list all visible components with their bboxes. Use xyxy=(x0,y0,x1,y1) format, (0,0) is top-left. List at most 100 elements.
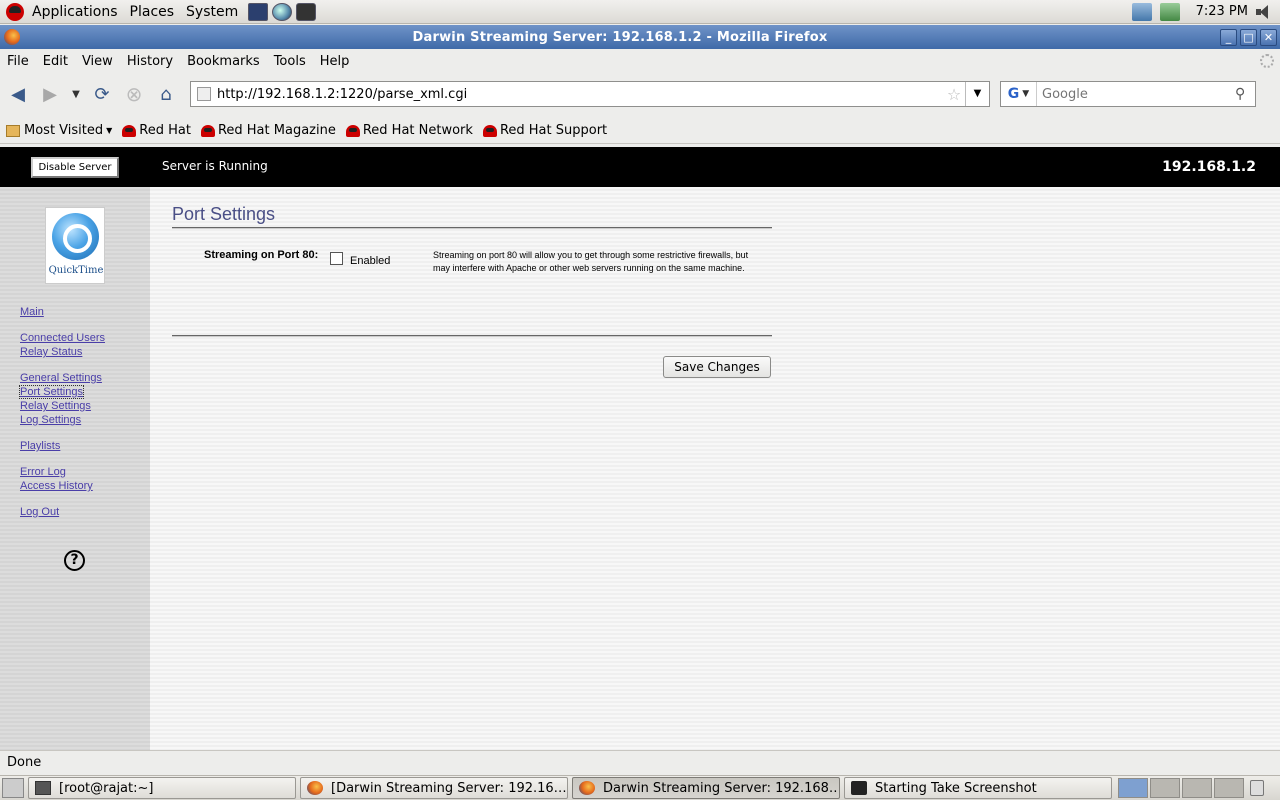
sidebar-link-connected-users[interactable]: Connected Users xyxy=(20,332,105,344)
divider xyxy=(172,335,772,337)
trash-icon[interactable] xyxy=(1250,780,1264,796)
places-menu[interactable]: Places xyxy=(124,0,181,24)
redhat-icon xyxy=(345,124,360,137)
server-ip: 192.168.1.2 xyxy=(1162,159,1256,175)
site-identity-icon[interactable] xyxy=(197,87,211,101)
search-input[interactable] xyxy=(1037,86,1235,102)
close-button[interactable]: ✕ xyxy=(1260,28,1277,46)
google-icon: G xyxy=(1007,86,1020,102)
workspace-4[interactable] xyxy=(1214,778,1244,798)
window-titlebar[interactable]: Darwin Streaming Server: 192.168.1.2 - M… xyxy=(0,25,1280,49)
menu-help[interactable]: Help xyxy=(313,54,357,69)
workspace-3[interactable] xyxy=(1182,778,1212,798)
reload-button[interactable]: ⟳ xyxy=(88,80,116,108)
volume-icon[interactable] xyxy=(1256,4,1274,20)
task-firefox-1[interactable]: [Darwin Streaming Server: 192.16… xyxy=(300,777,568,799)
task-terminal[interactable]: [root@rajat:~] xyxy=(28,777,296,799)
stop-button[interactable]: ⊗ xyxy=(120,80,148,108)
clock[interactable]: 7:23 PM xyxy=(1196,4,1248,19)
sidebar-link-main[interactable]: Main xyxy=(20,306,44,318)
sidebar-link-port-settings[interactable]: Port Settings xyxy=(19,385,84,399)
search-bar[interactable]: G▼ ⚲ xyxy=(1000,81,1256,107)
bookmark-label: Red Hat Network xyxy=(362,123,473,138)
show-desktop-icon[interactable] xyxy=(2,778,24,798)
history-dropdown-button[interactable]: ▼ xyxy=(68,80,84,108)
web-browser-launcher-icon[interactable] xyxy=(272,2,293,21)
forward-button[interactable]: ▶ xyxy=(36,80,64,108)
network-icon[interactable] xyxy=(1131,2,1152,21)
screenshot-launcher-icon[interactable] xyxy=(296,2,317,21)
terminal-launcher-icon[interactable] xyxy=(248,2,269,21)
menu-bookmarks[interactable]: Bookmarks xyxy=(180,54,267,69)
help-icon[interactable]: ? xyxy=(64,550,85,571)
menu-tools[interactable]: Tools xyxy=(267,54,313,69)
web-page: Disable Server Server is Running 192.168… xyxy=(0,147,1280,750)
applications-menu-label: Applications xyxy=(32,3,118,20)
sidebar-link-log-settings[interactable]: Log Settings xyxy=(20,414,81,426)
back-button[interactable]: ◀ xyxy=(4,80,32,108)
workspace-switcher[interactable] xyxy=(1118,778,1244,798)
status-text: Done xyxy=(7,755,42,770)
redhat-icon xyxy=(122,124,137,137)
system-menu[interactable]: System xyxy=(180,0,244,24)
bottom-panel: [root@rajat:~] [Darwin Streaming Server:… xyxy=(0,775,1280,800)
port80-enabled-checkbox[interactable] xyxy=(330,252,343,265)
maximize-button[interactable]: □ xyxy=(1240,28,1257,46)
quicktime-logo: QuickTime xyxy=(45,207,105,284)
sidebar-link-relay-settings[interactable]: Relay Settings xyxy=(20,400,91,412)
sidebar-link-access-history[interactable]: Access History xyxy=(20,480,93,492)
url-dropdown-button[interactable]: ▼ xyxy=(965,82,989,106)
sidebar-link-playlists[interactable]: Playlists xyxy=(20,440,60,452)
bookmark-star-icon[interactable]: ☆ xyxy=(943,85,965,104)
bookmark-red-hat-magazine[interactable]: Red Hat Magazine xyxy=(200,123,336,138)
page-title: Port Settings xyxy=(172,204,276,224)
task-firefox-2[interactable]: Darwin Streaming Server: 192.168… xyxy=(572,777,840,799)
sidebar-link-relay-status[interactable]: Relay Status xyxy=(20,346,82,358)
task-label: [root@rajat:~] xyxy=(59,780,154,796)
bookmark-label: Red Hat Support xyxy=(499,123,608,138)
terminal-icon xyxy=(35,781,51,795)
menu-edit[interactable]: Edit xyxy=(36,54,75,69)
menu-view[interactable]: View xyxy=(75,54,120,69)
sidebar: QuickTime Main Connected Users Relay Sta… xyxy=(0,187,150,750)
firefox-icon xyxy=(579,781,595,795)
server-header: Disable Server Server is Running 192.168… xyxy=(0,147,1280,187)
task-label: [Darwin Streaming Server: 192.16… xyxy=(331,780,567,796)
firefox-icon xyxy=(307,781,323,795)
task-label: Darwin Streaming Server: 192.168… xyxy=(603,780,840,796)
redhat-icon xyxy=(482,124,497,137)
url-bar[interactable]: http://192.168.1.2:1220/parse_xml.cgi ☆ … xyxy=(190,81,990,107)
menu-file[interactable]: File xyxy=(0,54,36,69)
sidebar-link-general-settings[interactable]: General Settings xyxy=(20,372,102,384)
status-bar: Done xyxy=(0,750,1280,774)
folder-icon xyxy=(6,124,20,137)
home-button[interactable]: ⌂ xyxy=(152,80,180,108)
bookmark-red-hat-support[interactable]: Red Hat Support xyxy=(482,123,608,138)
bookmark-label: Red Hat xyxy=(139,123,191,138)
server-status: Server is Running xyxy=(162,159,268,173)
port80-enabled-label[interactable]: Enabled xyxy=(350,255,390,267)
task-screenshot[interactable]: Starting Take Screenshot xyxy=(844,777,1112,799)
applications-menu[interactable]: Applications xyxy=(0,0,124,24)
workspace-2[interactable] xyxy=(1150,778,1180,798)
workspace-1[interactable] xyxy=(1118,778,1148,798)
search-engine-button[interactable]: G ▼ xyxy=(1001,82,1037,106)
divider xyxy=(172,227,772,229)
port80-label: Streaming on Port 80: xyxy=(204,249,319,261)
disable-server-button[interactable]: Disable Server xyxy=(31,157,119,178)
redhat-logo-icon xyxy=(6,2,24,21)
bookmark-red-hat-network[interactable]: Red Hat Network xyxy=(345,123,473,138)
update-notifier-icon[interactable] xyxy=(1159,2,1180,21)
port80-description: Streaming on port 80 will allow you to g… xyxy=(433,250,749,273)
sidebar-link-log-out[interactable]: Log Out xyxy=(20,506,59,518)
url-text[interactable]: http://192.168.1.2:1220/parse_xml.cgi xyxy=(217,87,943,102)
throbber-icon xyxy=(1260,54,1274,68)
bookmark-red-hat[interactable]: Red Hat xyxy=(122,123,191,138)
redhat-icon xyxy=(200,124,215,137)
save-changes-button[interactable]: Save Changes xyxy=(663,356,771,378)
menu-history[interactable]: History xyxy=(120,54,180,69)
search-icon[interactable]: ⚲ xyxy=(1235,86,1255,102)
top-panel: Applications Places System 7:23 PM xyxy=(0,0,1280,24)
sidebar-link-error-log[interactable]: Error Log xyxy=(20,466,66,478)
bookmark-most-visited[interactable]: Most Visited ▼ xyxy=(6,123,112,138)
